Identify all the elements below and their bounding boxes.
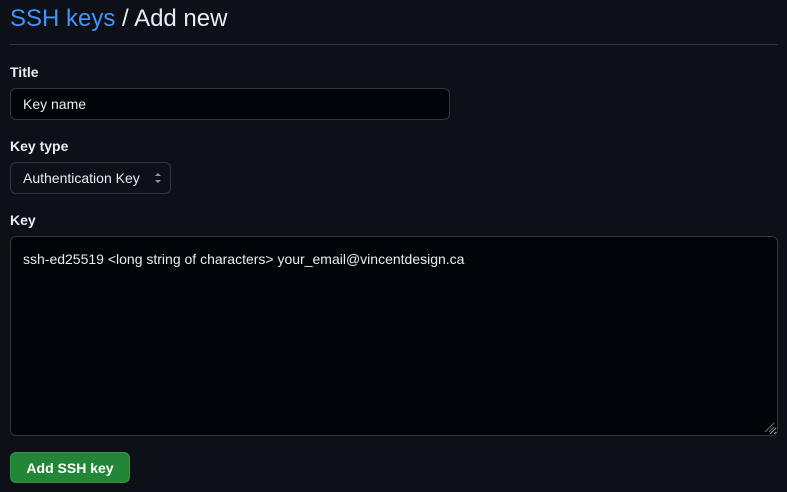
breadcrumb-current: Add new xyxy=(134,5,228,32)
key-type-select[interactable]: Authentication Key xyxy=(10,162,171,194)
chevron-up-down-icon xyxy=(155,173,161,183)
add-ssh-key-button[interactable]: Add SSH key xyxy=(10,452,130,483)
key-label: Key xyxy=(10,212,36,228)
key-type-selected-value: Authentication Key xyxy=(23,170,140,186)
key-type-label: Key type xyxy=(10,138,69,154)
header-divider xyxy=(10,44,778,45)
breadcrumb-separator: / xyxy=(115,5,135,32)
title-input[interactable] xyxy=(10,88,450,120)
breadcrumb-ssh-keys-link[interactable]: SSH keys xyxy=(10,5,115,32)
title-label: Title xyxy=(10,64,39,80)
key-textarea[interactable]: ssh-ed25519 <long string of characters> … xyxy=(10,236,778,436)
page-heading: SSH keys / Add new xyxy=(10,4,227,34)
resize-handle-icon[interactable] xyxy=(763,421,775,433)
